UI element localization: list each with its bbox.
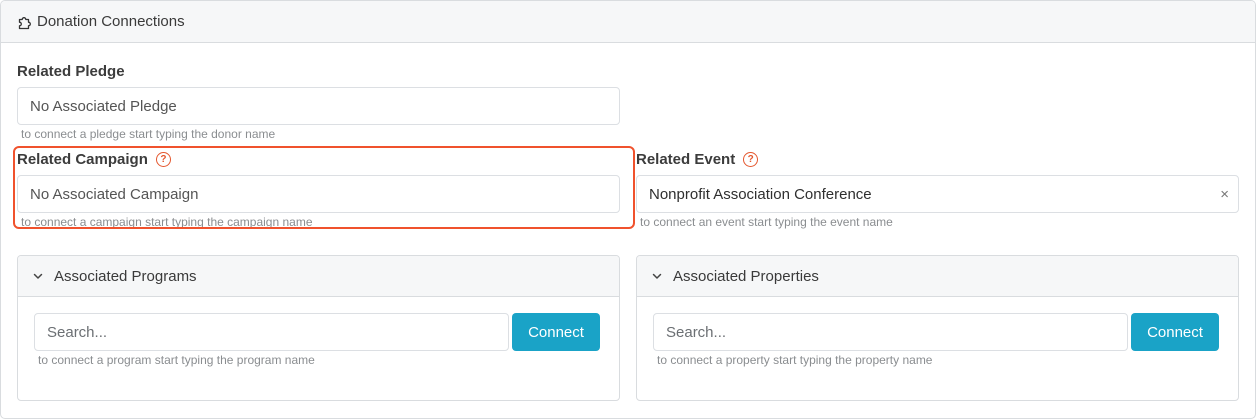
connect-property-button[interactable]: Connect (1131, 313, 1219, 351)
property-search-placeholder: Search... (666, 323, 727, 341)
related-event-label-text: Related Event (636, 151, 736, 168)
program-hint: to connect a program start typing the pr… (38, 353, 315, 367)
related-pledge-hint: to connect a pledge start typing the don… (21, 127, 276, 141)
related-campaign-field[interactable]: No Associated Campaign (17, 175, 620, 213)
associated-programs-header[interactable]: Associated Programs (18, 256, 619, 297)
associated-programs-title: Associated Programs (54, 267, 197, 285)
help-icon[interactable]: ? (743, 152, 759, 167)
program-search-placeholder: Search... (47, 323, 108, 341)
chevron-down-icon (33, 273, 43, 279)
associated-properties-panel: Associated Properties Search... Connect … (636, 255, 1239, 401)
related-pledge-label-text: Related Pledge (17, 63, 125, 80)
related-campaign-hint: to connect a campaign start typing the c… (21, 215, 313, 229)
related-pledge-value: No Associated Pledge (30, 97, 177, 115)
related-event-label: Related Event ? (636, 151, 759, 168)
associated-properties-header[interactable]: Associated Properties (637, 256, 1238, 297)
related-campaign-label-text: Related Campaign (17, 151, 148, 168)
related-pledge-label: Related Pledge (17, 63, 125, 80)
associated-properties-title: Associated Properties (673, 267, 819, 285)
card-header: Donation Connections (1, 1, 1255, 43)
chevron-down-icon (652, 273, 662, 279)
clear-icon[interactable]: × (1220, 186, 1229, 203)
property-hint: to connect a property start typing the p… (657, 353, 933, 367)
related-event-field[interactable]: Nonprofit Association Conference × (636, 175, 1239, 213)
donation-connections-card: Donation Connections Related Pledge No A… (0, 0, 1256, 419)
connect-program-button[interactable]: Connect (512, 313, 600, 351)
help-icon[interactable]: ? (155, 152, 171, 167)
related-event-value: Nonprofit Association Conference (649, 185, 872, 203)
related-pledge-field[interactable]: No Associated Pledge (17, 87, 620, 125)
puzzle-icon (18, 16, 31, 29)
property-search-input[interactable]: Search... (653, 313, 1128, 351)
associated-programs-panel: Associated Programs Search... Connect to… (17, 255, 620, 401)
related-event-hint: to connect an event start typing the eve… (640, 215, 893, 229)
related-campaign-value: No Associated Campaign (30, 185, 199, 203)
card-title: Donation Connections (37, 13, 185, 30)
program-search-input[interactable]: Search... (34, 313, 509, 351)
related-campaign-label: Related Campaign ? (17, 151, 171, 168)
